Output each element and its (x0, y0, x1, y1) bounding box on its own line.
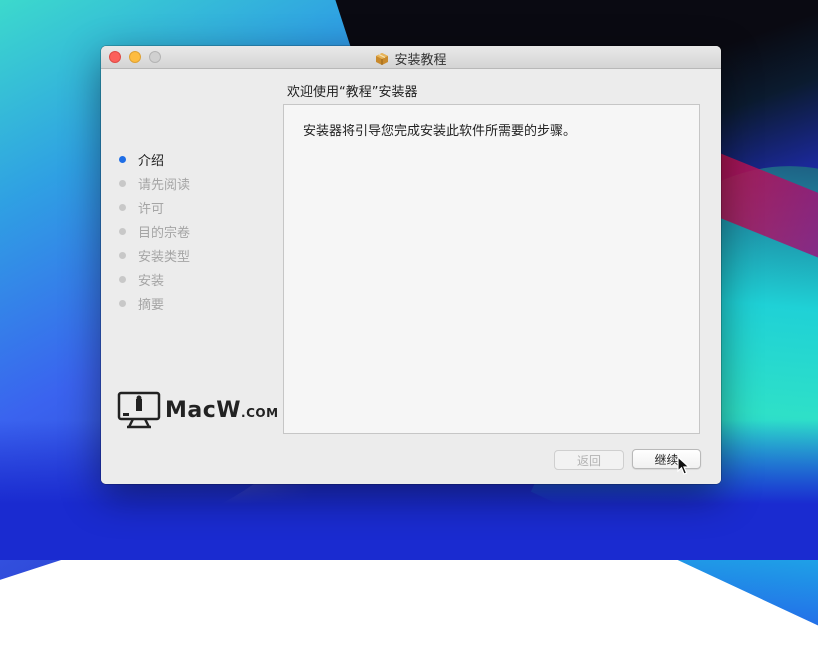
step-label: 安装 (138, 273, 165, 289)
pointer-cursor-icon (677, 456, 691, 475)
content-panel: 安装器将引导您完成安装此软件所需要的步骤。 (283, 104, 700, 434)
step-bullet-icon (119, 203, 126, 211)
step-label: 摘要 (138, 297, 165, 313)
macw-logo: MacW.COM (117, 391, 279, 429)
step-label: 请先阅读 (138, 177, 191, 193)
step-bullet-icon (119, 227, 126, 235)
step-summary: 摘要 (119, 291, 190, 315)
step-bullet-icon (119, 155, 126, 163)
step-label: 许可 (138, 201, 165, 217)
package-icon (376, 52, 389, 65)
step-label: 安装类型 (138, 249, 191, 265)
step-bullet-icon (119, 251, 126, 259)
step-license: 许可 (119, 195, 190, 219)
step-bullet-icon (119, 299, 126, 307)
window-title: 安装教程 (394, 53, 447, 68)
window-title-group: 安装教程 (101, 49, 721, 68)
installer-content: 欢迎使用“教程”安装器 介绍 请先阅读 许可 目的宗卷 安装类型 安装 摘要 安… (101, 69, 721, 484)
step-read-me: 请先阅读 (119, 171, 190, 195)
step-label: 目的宗卷 (138, 225, 191, 241)
logo-name: MacW (165, 397, 242, 423)
step-bullet-icon (119, 275, 126, 283)
step-label: 介绍 (138, 153, 165, 169)
step-bullet-icon (119, 179, 126, 187)
page-heading: 欢迎使用“教程”安装器 (287, 85, 418, 100)
title-bar[interactable]: 安装教程 (101, 46, 721, 69)
installer-window: 安装教程 欢迎使用“教程”安装器 介绍 请先阅读 许可 目的宗卷 安装类型 安装… (101, 46, 721, 484)
back-button[interactable]: 返回 (554, 450, 624, 470)
logo-suffix: .COM (241, 405, 279, 420)
step-install: 安装 (119, 267, 190, 291)
step-destination: 目的宗卷 (119, 219, 190, 243)
logo-wordmark: MacW.COM (165, 398, 279, 423)
monitor-logo-icon (117, 391, 161, 429)
step-introduction: 介绍 (119, 147, 190, 171)
intro-text: 安装器将引导您完成安装此软件所需要的步骤。 (303, 124, 577, 139)
steps-sidebar: 介绍 请先阅读 许可 目的宗卷 安装类型 安装 摘要 (119, 147, 190, 315)
step-installation-type: 安装类型 (119, 243, 190, 267)
